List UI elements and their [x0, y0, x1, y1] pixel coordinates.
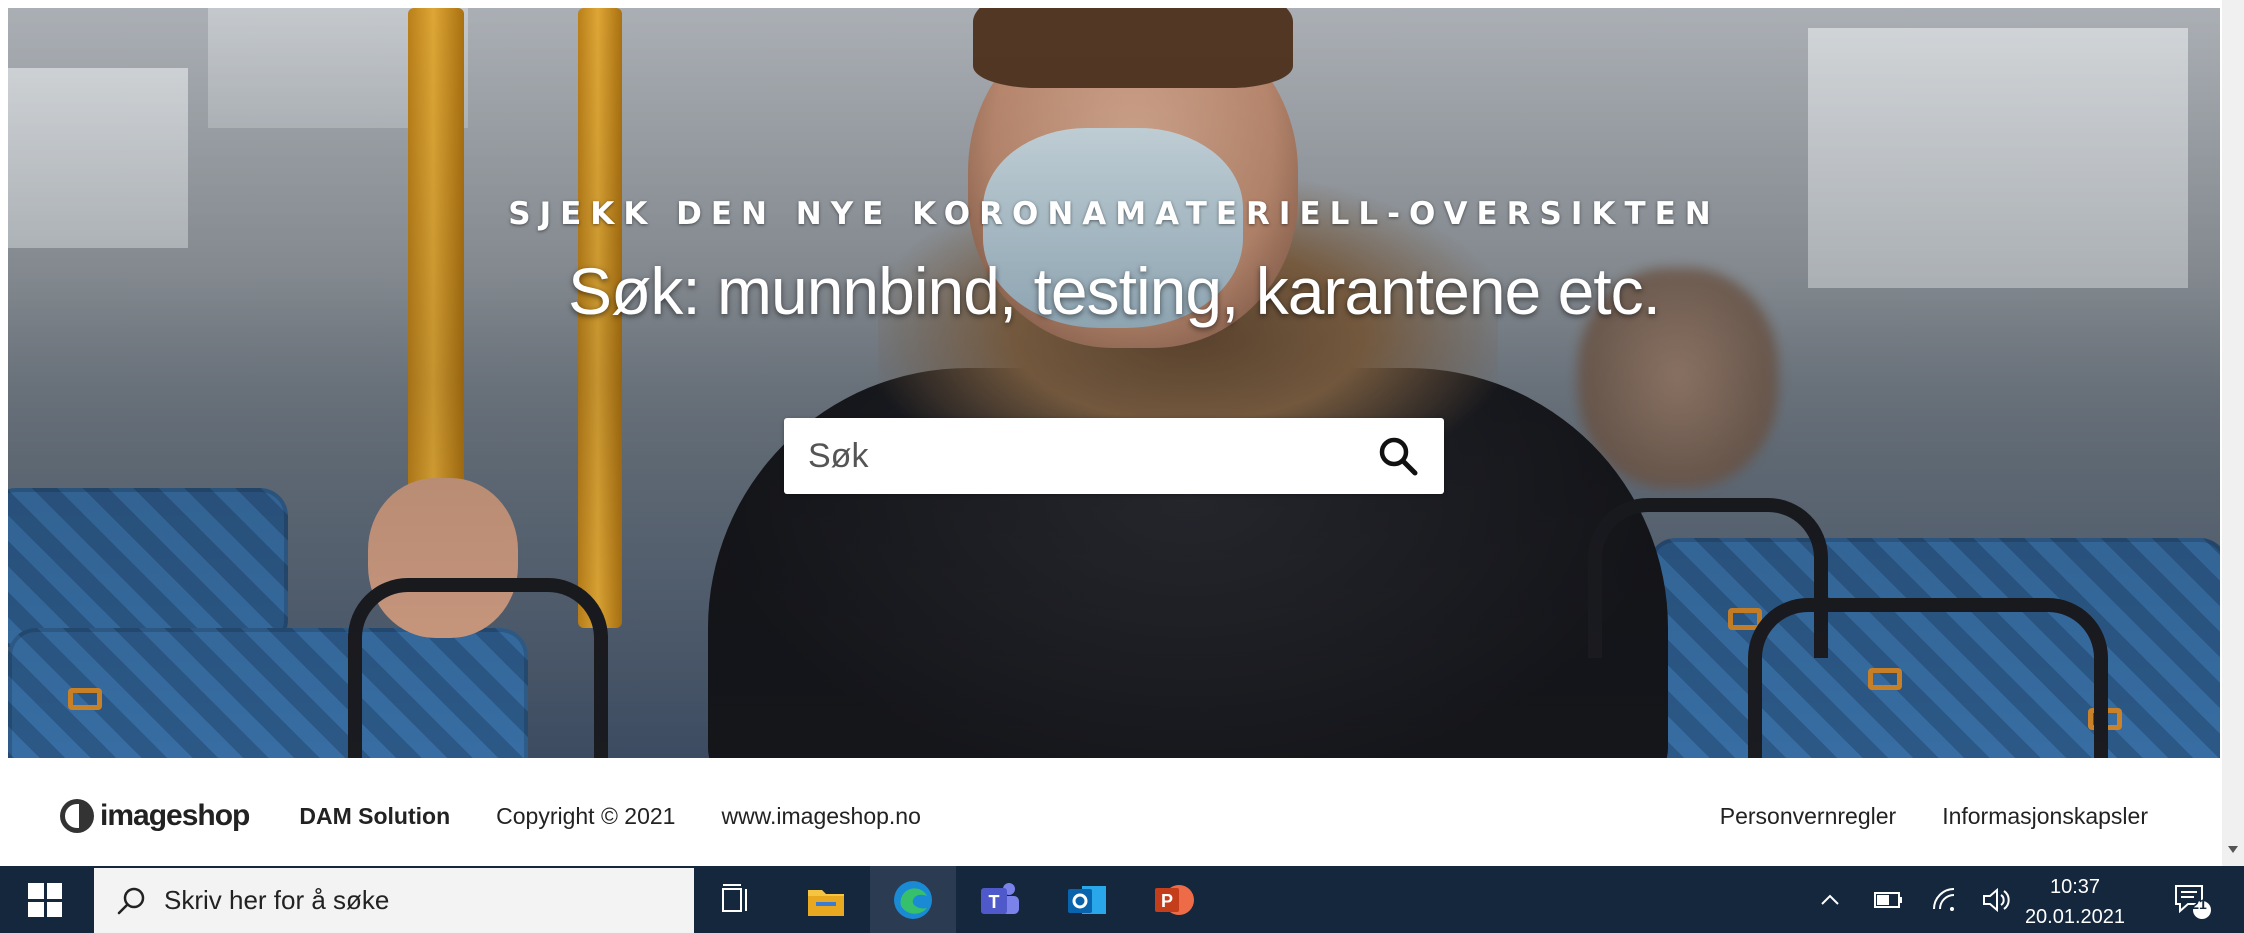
svg-text:P: P: [1161, 891, 1173, 911]
footer-row: imageshop DAM Solution Copyright © 2021 …: [60, 796, 2222, 836]
scroll-down-arrow-icon[interactable]: [2228, 846, 2238, 853]
taskbar-search-placeholder: Skriv her for å søke: [164, 885, 390, 915]
network-icon[interactable]: [1922, 876, 1970, 924]
hero-banner: SJEKK DEN NYE KORONAMATERIELL-OVERSIKTEN…: [8, 8, 2220, 758]
edge-icon[interactable]: [889, 876, 937, 924]
hero-content: SJEKK DEN NYE KORONAMATERIELL-OVERSIKTEN…: [8, 8, 2220, 758]
footer-links: Personvernregler Informasjonskapsler: [1674, 796, 2148, 836]
imageshop-logo[interactable]: imageshop: [60, 799, 250, 833]
logo-mark-icon: [60, 799, 94, 833]
action-center-icon[interactable]: 21: [2168, 876, 2216, 924]
task-view-icon[interactable]: [712, 876, 760, 924]
clock-time: 10:37: [2049, 876, 2101, 898]
page-scrollbar[interactable]: [2222, 0, 2244, 866]
search-icon[interactable]: [1376, 434, 1420, 478]
powerpoint-icon[interactable]: P: [1150, 876, 1198, 924]
battery-icon[interactable]: [1864, 876, 1912, 924]
file-explorer-icon[interactable]: [802, 876, 850, 924]
footer-copyright: Copyright © 2021: [496, 802, 676, 829]
teams-icon[interactable]: T: [976, 876, 1024, 924]
windows-start-icon[interactable]: [28, 883, 62, 917]
svg-text:T: T: [989, 892, 1000, 912]
search-input[interactable]: [808, 436, 1376, 476]
show-hidden-icons-chevron-icon[interactable]: [1806, 876, 1854, 924]
search-box: [784, 418, 1444, 494]
clock-date: 20.01.2021: [2024, 906, 2126, 928]
taskbar-clock[interactable]: 10:37 20.01.2021: [2010, 872, 2140, 932]
logo-text: imageshop: [100, 799, 250, 832]
browser-page: SJEKK DEN NYE KORONAMATERIELL-OVERSIKTEN…: [0, 0, 2244, 933]
outlook-icon[interactable]: [1063, 876, 1111, 924]
privacy-policy-link[interactable]: Personvernregler: [1720, 803, 1896, 830]
notification-count: 21: [2191, 896, 2207, 912]
hero-kicker: SJEKK DEN NYE KORONAMATERIELL-OVERSIKTEN: [508, 196, 1720, 232]
hero-title: Søk: munnbind, testing, karantene etc.: [568, 254, 1661, 328]
windows-taskbar: Skriv her for å søke T P 10:37 20.01.202…: [0, 866, 2244, 933]
footer-website-link[interactable]: www.imageshop.no: [721, 803, 920, 830]
footer-product: DAM Solution: [299, 802, 451, 829]
taskbar-search-icon: [117, 887, 145, 914]
site-footer: imageshop DAM Solution Copyright © 2021 …: [0, 758, 2222, 866]
taskbar-search[interactable]: Skriv her for å søke: [94, 868, 694, 933]
cookies-link[interactable]: Informasjonskapsler: [1942, 803, 2148, 830]
